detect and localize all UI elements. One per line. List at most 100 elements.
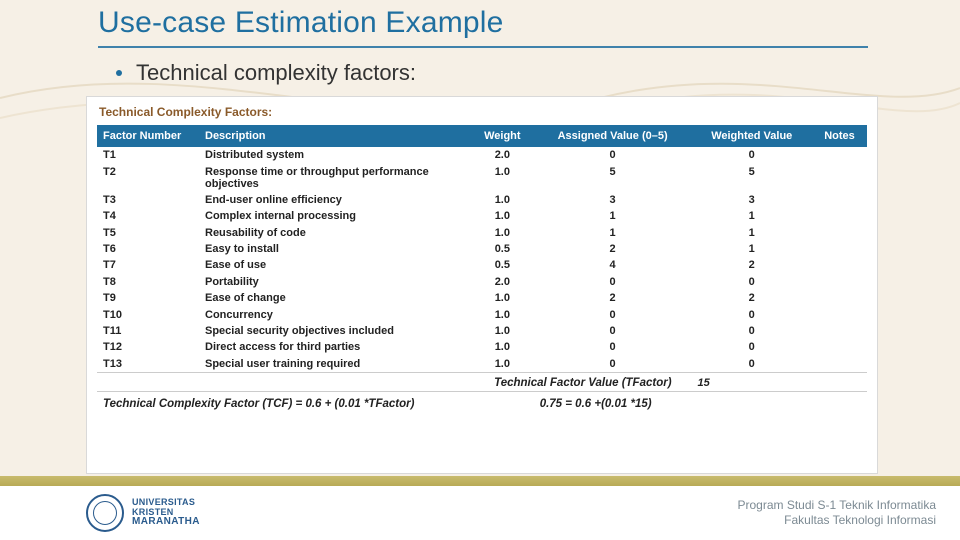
cell-weight: 1.0	[471, 339, 534, 355]
cell-assigned: 4	[534, 257, 692, 273]
cell-weight: 0.5	[471, 241, 534, 257]
cell-factor: T8	[97, 274, 199, 290]
table-row: T2Response time or throughput performanc…	[97, 163, 867, 191]
bullet-item: Technical complexity factors:	[116, 60, 416, 86]
cell-weighted: 2	[692, 257, 812, 273]
uni-line-3: MARANATHA	[132, 517, 200, 528]
cell-assigned: 0	[534, 306, 692, 322]
panel-heading: Technical Complexity Factors:	[99, 105, 867, 119]
table-row: T12Direct access for third parties1.000	[97, 339, 867, 355]
table-row: T7Ease of use0.542	[97, 257, 867, 273]
table-row: T1Distributed system2.000	[97, 147, 867, 163]
col-weighted: Weighted Value	[692, 125, 812, 147]
col-notes: Notes	[812, 125, 867, 147]
slide: Use-case Estimation Example Technical co…	[0, 0, 960, 540]
cell-description: Portability	[199, 274, 471, 290]
tfactor-row: Technical Factor Value (TFactor)15	[97, 372, 867, 391]
cell-weighted: 0	[692, 274, 812, 290]
cell-weight: 1.0	[471, 192, 534, 208]
cell-description: Response time or throughput performance …	[199, 163, 471, 191]
cell-weight: 2.0	[471, 274, 534, 290]
cell-weight: 1.0	[471, 290, 534, 306]
university-logo-block: UNIVERSITAS KRISTEN MARANATHA	[86, 494, 200, 532]
cell-factor: T1	[97, 147, 199, 163]
cell-description: Complex internal processing	[199, 208, 471, 224]
bullet-dot-icon	[116, 70, 122, 76]
cell-factor: T11	[97, 323, 199, 339]
table-header-row: Factor Number Description Weight Assigne…	[97, 125, 867, 147]
footer-accent-bar	[0, 476, 960, 486]
slide-title: Use-case Estimation Example	[98, 6, 504, 40]
cell-notes	[812, 306, 867, 322]
cell-factor: T9	[97, 290, 199, 306]
tfactor-label: Technical Factor Value (TFactor)	[97, 372, 692, 391]
table-row: T8Portability2.000	[97, 274, 867, 290]
cell-notes	[812, 163, 867, 191]
cell-weight: 1.0	[471, 323, 534, 339]
cell-notes	[812, 208, 867, 224]
cell-description: End-user online efficiency	[199, 192, 471, 208]
cell-description: Direct access for third parties	[199, 339, 471, 355]
cell-assigned: 1	[534, 225, 692, 241]
university-seal-icon	[86, 494, 124, 532]
formula-left: Technical Complexity Factor (TCF) = 0.6 …	[97, 392, 534, 413]
cell-factor: T12	[97, 339, 199, 355]
cell-description: Special user training required	[199, 356, 471, 373]
program-line-1: Program Studi S-1 Teknik Informatika	[737, 498, 936, 513]
col-assigned: Assigned Value (0–5)	[534, 125, 692, 147]
table-row: T9Ease of change1.022	[97, 290, 867, 306]
cell-weighted: 2	[692, 290, 812, 306]
cell-factor: T6	[97, 241, 199, 257]
factors-table: Factor Number Description Weight Assigne…	[97, 125, 867, 412]
cell-description: Distributed system	[199, 147, 471, 163]
table-row: T11Special security objectives included1…	[97, 323, 867, 339]
cell-description: Concurrency	[199, 306, 471, 322]
cell-weight: 1.0	[471, 208, 534, 224]
cell-notes	[812, 147, 867, 163]
cell-notes	[812, 274, 867, 290]
cell-weight: 1.0	[471, 306, 534, 322]
cell-factor: T4	[97, 208, 199, 224]
cell-factor: T3	[97, 192, 199, 208]
cell-weighted: 0	[692, 323, 812, 339]
cell-assigned: 0	[534, 147, 692, 163]
cell-description: Special security objectives included	[199, 323, 471, 339]
cell-assigned: 1	[534, 208, 692, 224]
program-line-2: Fakultas Teknologi Informasi	[737, 513, 936, 528]
cell-factor: T13	[97, 356, 199, 373]
cell-assigned: 0	[534, 323, 692, 339]
cell-factor: T2	[97, 163, 199, 191]
col-weight: Weight	[471, 125, 534, 147]
cell-factor: T5	[97, 225, 199, 241]
cell-description: Ease of change	[199, 290, 471, 306]
cell-weight: 1.0	[471, 356, 534, 373]
cell-weighted: 1	[692, 208, 812, 224]
cell-weight: 1.0	[471, 163, 534, 191]
table-row: T5Reusability of code1.011	[97, 225, 867, 241]
table-row: T6Easy to install0.521	[97, 241, 867, 257]
cell-notes	[812, 356, 867, 373]
university-name: UNIVERSITAS KRISTEN MARANATHA	[132, 498, 200, 527]
cell-assigned: 2	[534, 241, 692, 257]
cell-weight: 1.0	[471, 225, 534, 241]
col-description: Description	[199, 125, 471, 147]
cell-weighted: 0	[692, 356, 812, 373]
program-name: Program Studi S-1 Teknik Informatika Fak…	[737, 498, 936, 528]
cell-weight: 0.5	[471, 257, 534, 273]
cell-assigned: 0	[534, 339, 692, 355]
factors-panel: Technical Complexity Factors: Factor Num…	[86, 96, 878, 474]
cell-notes	[812, 257, 867, 273]
table-row: T4Complex internal processing1.011	[97, 208, 867, 224]
table-row: T10Concurrency1.000	[97, 306, 867, 322]
cell-weighted: 1	[692, 225, 812, 241]
cell-notes	[812, 225, 867, 241]
cell-weighted: 1	[692, 241, 812, 257]
cell-assigned: 3	[534, 192, 692, 208]
cell-notes	[812, 339, 867, 355]
cell-description: Reusability of code	[199, 225, 471, 241]
cell-assigned: 2	[534, 290, 692, 306]
bullet-text: Technical complexity factors:	[136, 60, 416, 86]
cell-notes	[812, 323, 867, 339]
cell-weighted: 0	[692, 339, 812, 355]
cell-notes	[812, 290, 867, 306]
